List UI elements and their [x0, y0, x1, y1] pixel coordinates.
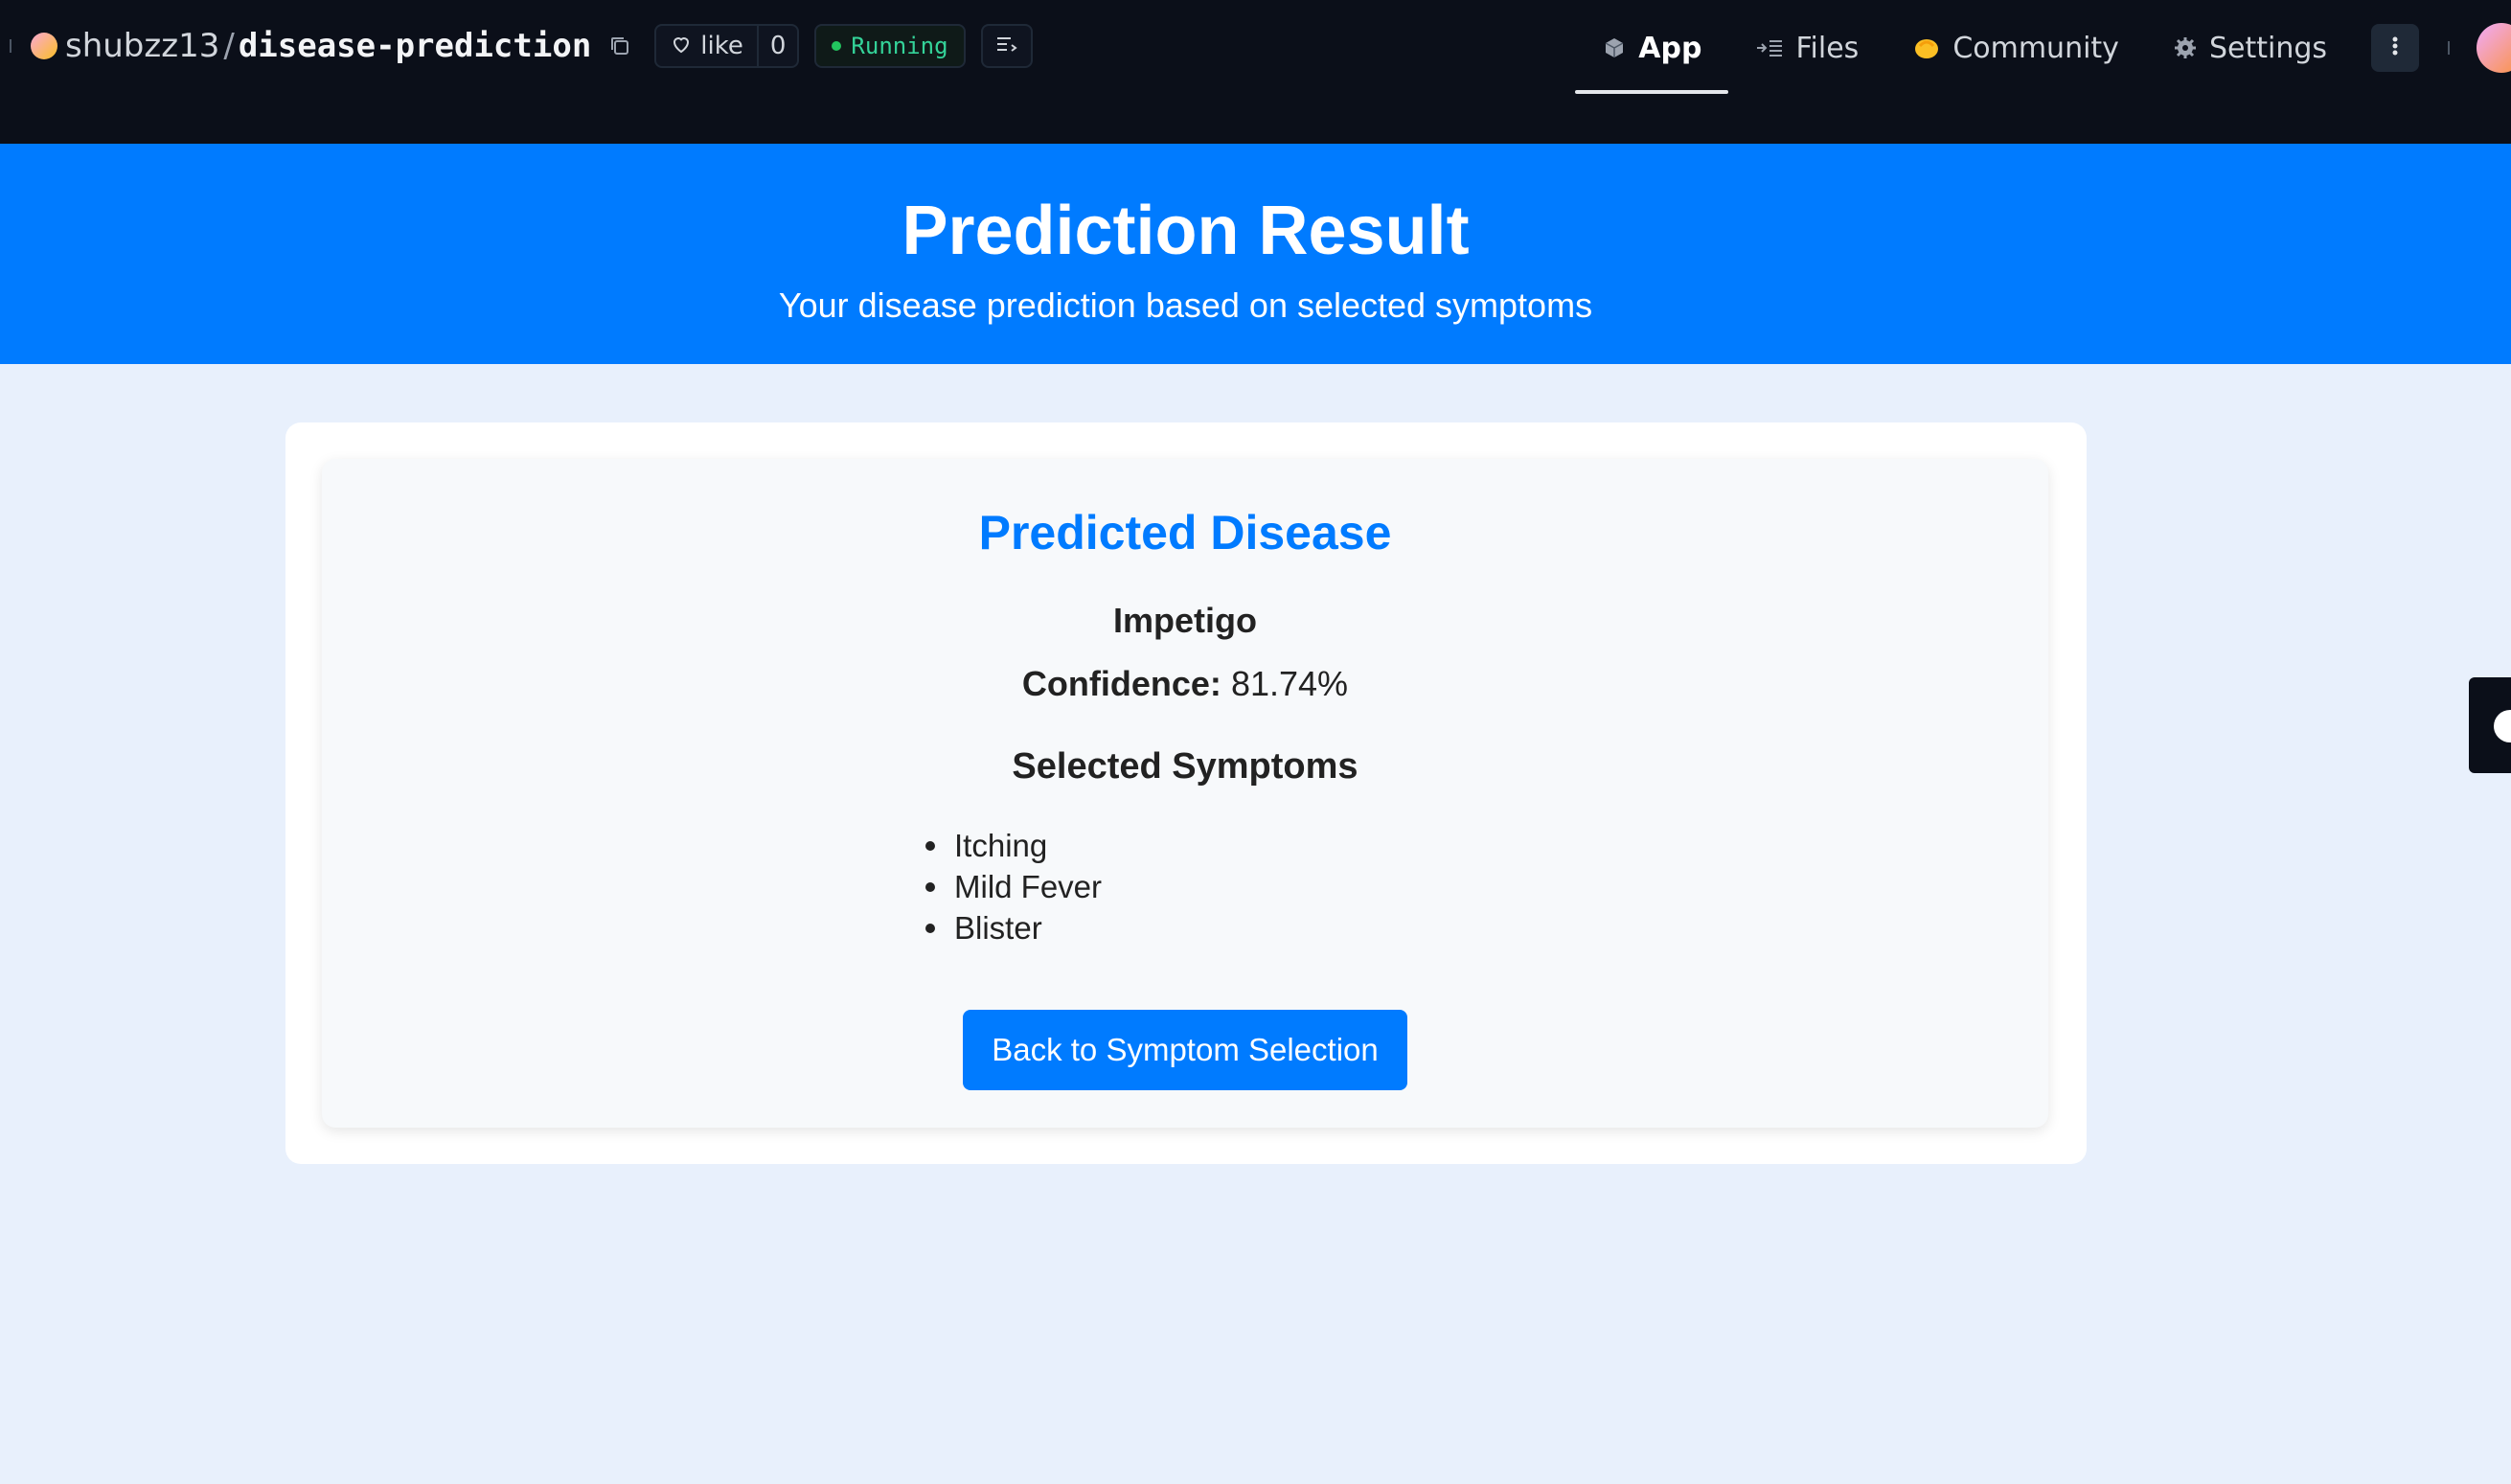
status-dot — [832, 41, 842, 51]
kebab-icon — [2391, 34, 2399, 61]
status-badge[interactable]: Running — [814, 24, 966, 68]
symptom-list: Itching Mild Fever Blister — [918, 825, 1102, 948]
space-nav: App Files Community Settings — [1575, 0, 2511, 96]
list-item: Mild Fever — [918, 866, 1102, 907]
page-subtitle: Your disease prediction based on selecte… — [778, 285, 1593, 325]
like-toggle[interactable]: like — [656, 26, 759, 66]
copy-icon[interactable] — [606, 33, 633, 59]
side-drawer-toggle[interactable] — [2469, 677, 2511, 773]
tab-settings-label: Settings — [2208, 31, 2327, 65]
bullet — [925, 923, 935, 933]
tab-files-label: Files — [1795, 31, 1860, 65]
tab-community-label: Community — [1952, 31, 2119, 65]
confidence-label: Confidence: — [1021, 664, 1221, 703]
heart-icon — [670, 33, 693, 59]
tab-files[interactable]: Files — [1728, 0, 1885, 96]
confidence-value: 81.74% — [1230, 664, 1349, 703]
divider — [2448, 41, 2450, 55]
user-avatar[interactable] — [2477, 23, 2511, 73]
community-icon — [1912, 34, 1941, 61]
toggle-knob — [2494, 710, 2511, 742]
owner-avatar[interactable] — [31, 33, 57, 59]
list-item: Blister — [918, 907, 1102, 948]
tab-community[interactable]: Community — [1885, 0, 2146, 96]
back-to-symptom-selection-button[interactable]: Back to Symptom Selection — [963, 1010, 1407, 1090]
result-card: Predicted Disease Impetigo Confidence: 8… — [322, 459, 2048, 1128]
bullet — [925, 840, 935, 851]
bullet — [925, 881, 935, 892]
tab-app-label: App — [1638, 31, 1702, 65]
confidence-line: Confidence: 81.74% — [322, 664, 2048, 704]
predicted-disease-heading: Predicted Disease — [978, 506, 1392, 559]
page-title: Prediction Result — [902, 193, 1470, 269]
predicted-disease-name: Impetigo — [1113, 601, 1257, 640]
divider — [10, 39, 11, 53]
files-icon — [1755, 36, 1784, 59]
like-label: like — [700, 32, 743, 60]
app-icon — [1602, 35, 1627, 60]
tab-app[interactable]: App — [1575, 0, 1729, 96]
symptom-label: Mild Fever — [954, 869, 1103, 904]
repo-breadcrumb: shubzz13 / disease-prediction like 0 Run… — [10, 21, 1033, 71]
repo-link[interactable]: disease-prediction — [239, 27, 591, 65]
result-container: Predicted Disease Impetigo Confidence: 8… — [285, 422, 2087, 1164]
symptom-label: Itching — [954, 828, 1048, 863]
tab-settings[interactable]: Settings — [2146, 0, 2354, 96]
space-header: shubzz13 / disease-prediction like 0 Run… — [0, 0, 2511, 144]
symptom-label: Blister — [954, 910, 1042, 946]
gear-icon — [2173, 35, 2198, 60]
breadcrumb-separator: / — [223, 27, 235, 65]
list-item: Itching — [918, 825, 1102, 866]
app-header: Prediction Result Your disease predictio… — [0, 144, 2511, 364]
logs-button[interactable] — [980, 24, 1033, 68]
selected-symptoms-heading: Selected Symptoms — [1012, 746, 1358, 787]
owner-link[interactable]: shubzz13 — [65, 27, 219, 65]
like-count[interactable]: 0 — [759, 32, 798, 60]
logs-icon — [994, 33, 1019, 59]
status-text: Running — [851, 33, 948, 59]
more-options-button[interactable] — [2371, 24, 2419, 72]
like-button[interactable]: like 0 — [654, 24, 800, 68]
